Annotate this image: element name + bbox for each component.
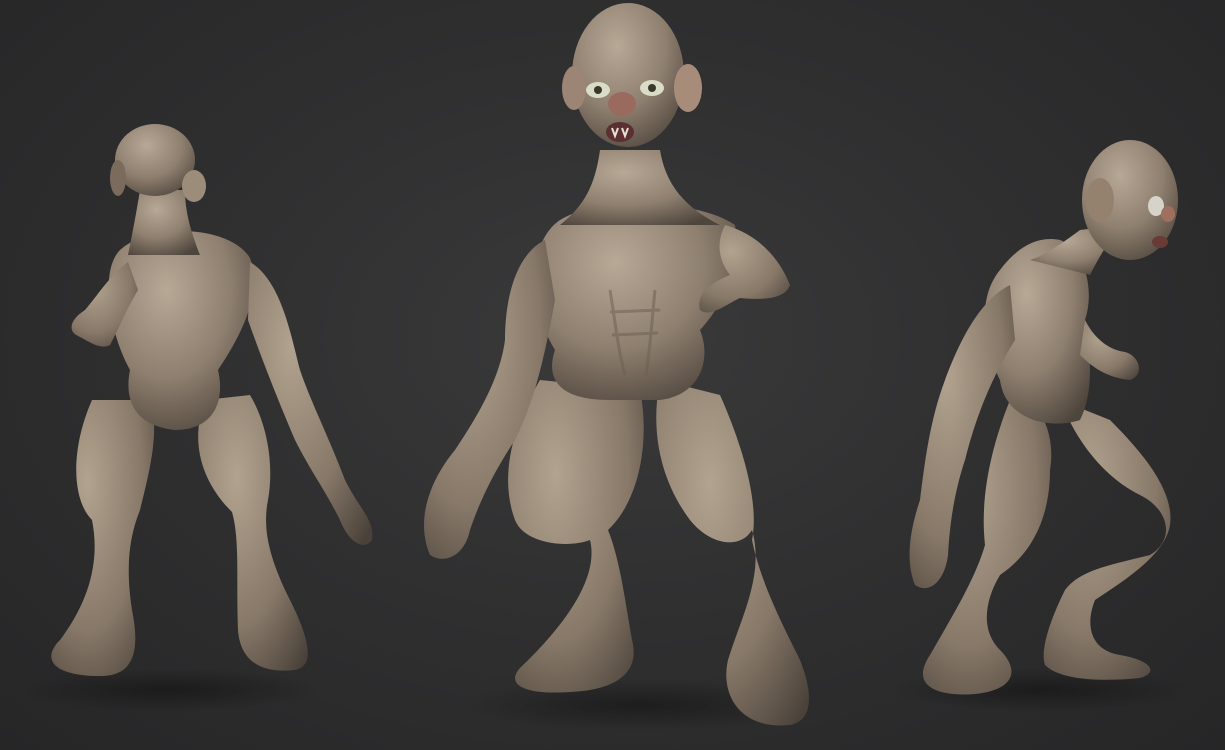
figure-front-view <box>424 3 820 731</box>
figure-back-view <box>20 124 373 712</box>
sculpt-render <box>20 3 1190 731</box>
figure-side-view <box>890 140 1190 712</box>
viewport-canvas[interactable] <box>0 0 1225 750</box>
